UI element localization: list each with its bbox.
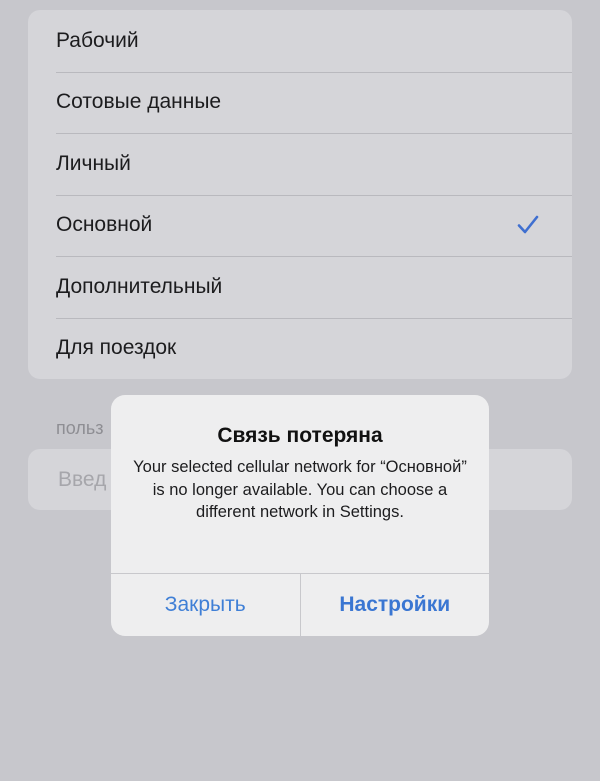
- plan-option-label: Сотовые данные: [56, 90, 222, 114]
- alert-actions: Закрыть Настройки: [111, 573, 489, 636]
- plan-option-label: Личный: [56, 151, 131, 175]
- plan-option-travel[interactable]: Для поездок: [28, 317, 572, 380]
- network-lost-alert: Связь потеряна Your selected cellular ne…: [111, 395, 489, 636]
- plan-option-rabochiy[interactable]: Рабочий: [28, 10, 572, 72]
- plan-option-label: Рабочий: [56, 28, 139, 52]
- plan-option-label: Основной: [56, 213, 153, 237]
- alert-title: Связь потеряна: [217, 424, 383, 447]
- plan-option-label: Для поездок: [56, 336, 177, 360]
- close-button[interactable]: Закрыть: [111, 574, 300, 636]
- custom-label-header: польз: [56, 418, 104, 438]
- checkmark-icon: [517, 215, 539, 234]
- plan-option-secondary[interactable]: Дополнительный: [28, 256, 572, 318]
- settings-button[interactable]: Настройки: [299, 574, 490, 636]
- plan-option-primary[interactable]: Основной: [28, 194, 572, 257]
- alert-message: Your selected cellular network for “Осно…: [133, 458, 467, 521]
- plan-option-cellular-data[interactable]: Сотовые данные: [28, 71, 572, 134]
- plan-option-label: Дополнительный: [56, 274, 223, 298]
- plan-label-list: Рабочий Сотовые данные Личный Основной Д…: [28, 10, 572, 379]
- plan-option-personal[interactable]: Личный: [28, 133, 572, 195]
